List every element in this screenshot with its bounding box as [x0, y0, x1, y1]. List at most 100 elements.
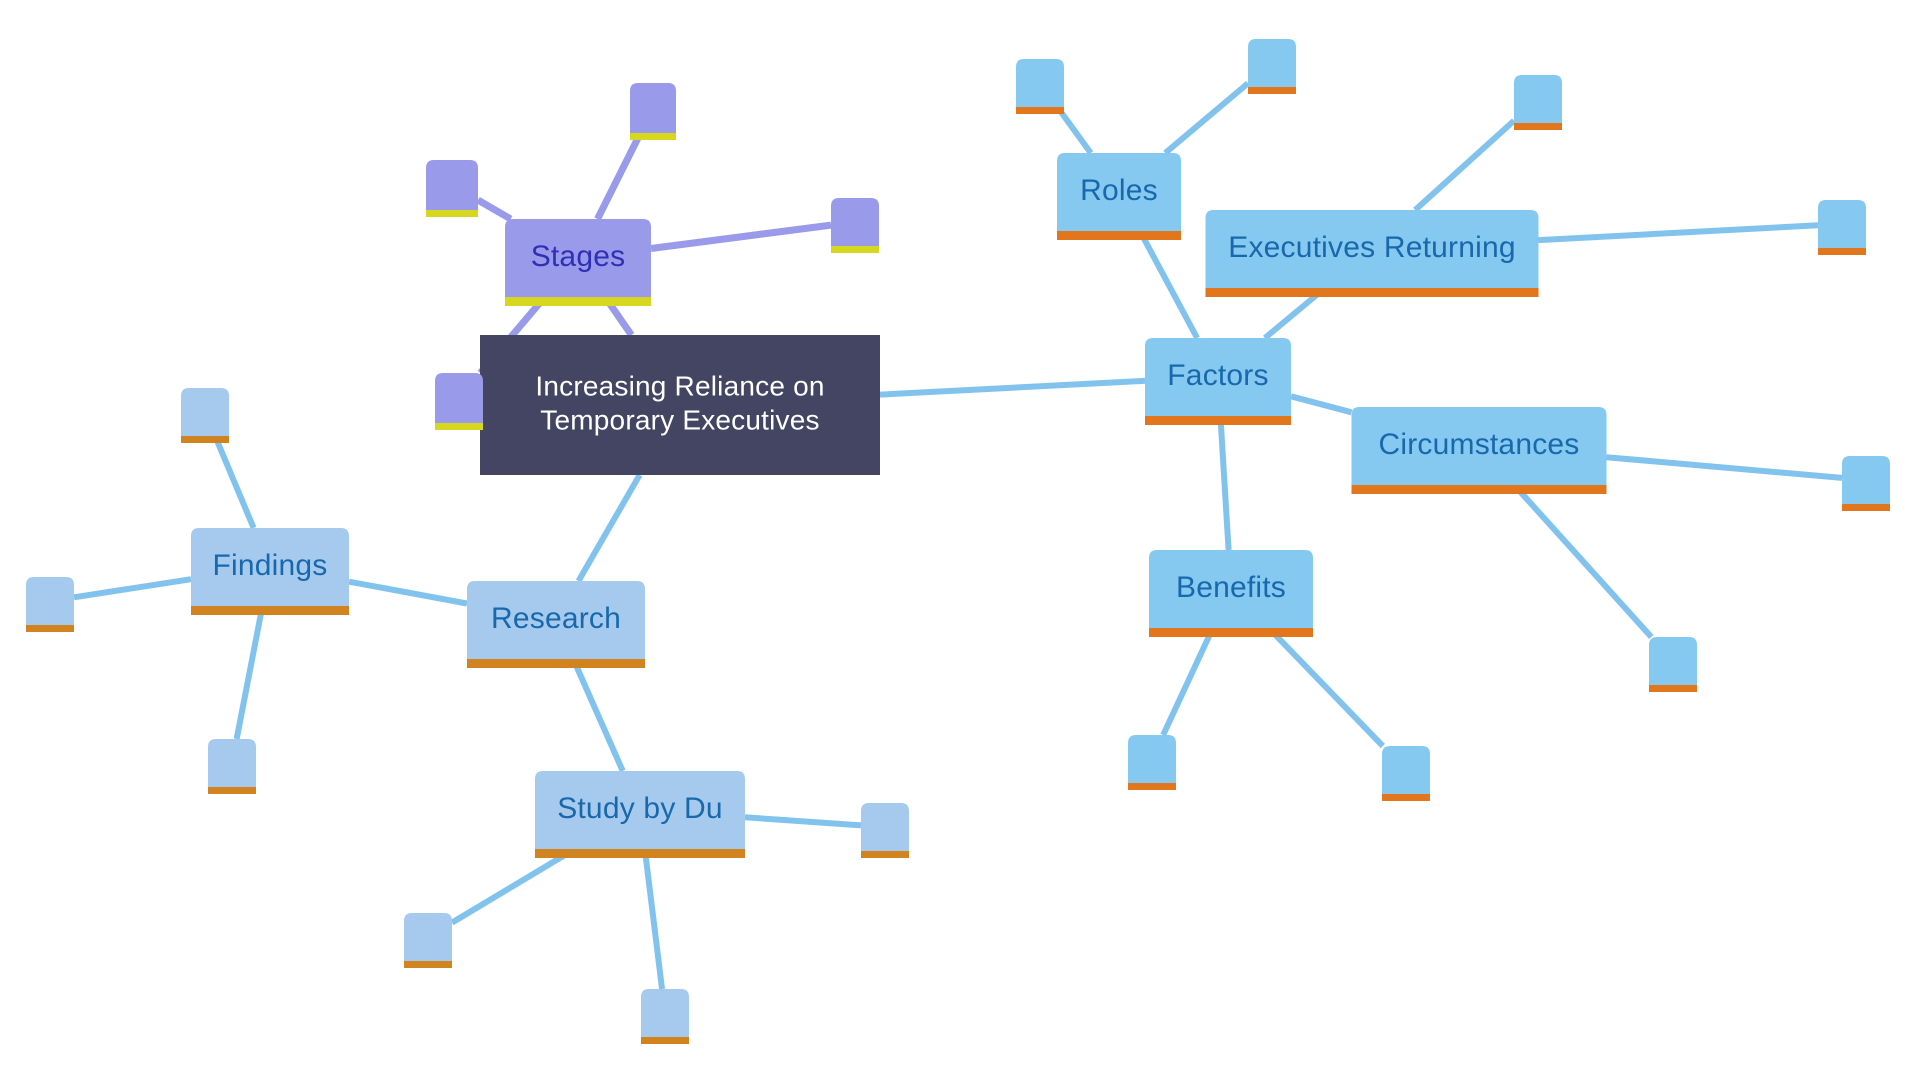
mind-map-node-stages[interactable]: Stages: [505, 219, 651, 306]
node-underline: [426, 210, 478, 217]
node-underline: [1205, 288, 1539, 297]
node-label: Study by Du: [557, 792, 723, 825]
mind-map-svg: Increasing Reliance onTemporary Executiv…: [26, 39, 1890, 1044]
mind-map-edge: [450, 846, 577, 926]
node-underline: [404, 961, 452, 968]
mind-map-leaf-node[interactable]: [630, 83, 676, 140]
node-body: [1128, 735, 1176, 783]
node-body: [1248, 39, 1296, 87]
mind-map-leaf-node[interactable]: [1382, 746, 1430, 801]
mind-map-edge: [212, 434, 257, 530]
node-underline: [505, 297, 651, 306]
mind-map-leaf-node[interactable]: [1842, 456, 1890, 511]
node-underline: [861, 851, 909, 858]
node-label: Temporary Executives: [540, 404, 819, 435]
mind-map-leaf-node[interactable]: [831, 198, 879, 253]
node-label: Factors: [1167, 359, 1268, 392]
node-body: [831, 198, 879, 246]
mind-map-leaf-node[interactable]: [404, 913, 452, 968]
mind-map-leaf-node[interactable]: [641, 989, 689, 1044]
mind-map-root-node[interactable]: Increasing Reliance onTemporary Executiv…: [480, 335, 880, 475]
node-body: [861, 803, 909, 851]
mind-map-edge: [1606, 454, 1843, 481]
node-label: Benefits: [1176, 571, 1286, 604]
mind-map-edge: [641, 848, 666, 990]
node-underline: [535, 849, 745, 858]
node-body: [1842, 456, 1890, 504]
node-body: [1649, 637, 1697, 685]
mind-map-leaf-node[interactable]: [435, 373, 483, 430]
mind-map-node-research[interactable]: Research: [467, 581, 645, 668]
node-body: [208, 739, 256, 787]
node-body: [1382, 746, 1430, 794]
node-underline: [1818, 248, 1866, 255]
mind-map-leaf-node[interactable]: [1514, 75, 1562, 130]
mind-map-node-roles[interactable]: Roles: [1057, 153, 1181, 240]
node-body: [404, 913, 452, 961]
node-underline: [1649, 685, 1697, 692]
mind-map-node-study_du[interactable]: Study by Du: [535, 771, 745, 858]
node-body: [426, 160, 478, 210]
mind-map-leaf-node[interactable]: [426, 160, 478, 217]
node-body: [435, 373, 483, 423]
mind-map-edge: [1137, 229, 1200, 340]
node-underline: [1016, 107, 1064, 114]
node-label: Findings: [213, 549, 328, 582]
mind-map-leaf-node[interactable]: [861, 803, 909, 858]
mind-map-leaf-node[interactable]: [1818, 200, 1866, 255]
node-body: [1818, 200, 1866, 248]
mind-map-node-benefits[interactable]: Benefits: [1149, 550, 1313, 637]
mind-map-leaf-node[interactable]: [1016, 59, 1064, 114]
mind-map-leaf-node[interactable]: [1649, 637, 1697, 692]
node-label: Increasing Reliance on: [535, 370, 824, 401]
node-underline: [1382, 794, 1430, 801]
node-underline: [208, 787, 256, 794]
node-layer: Increasing Reliance onTemporary Executiv…: [26, 39, 1890, 1044]
mind-map-edge: [575, 473, 643, 583]
node-body: [26, 577, 74, 625]
node-underline: [831, 246, 879, 253]
mind-map-node-circum[interactable]: Circumstances: [1351, 407, 1607, 494]
node-label: Research: [491, 602, 621, 635]
mind-map-edge: [1163, 80, 1250, 156]
mind-map-edge: [233, 605, 266, 740]
node-underline: [1149, 628, 1313, 637]
mind-map-edge: [1538, 222, 1819, 244]
node-underline: [641, 1037, 689, 1044]
mind-map-node-findings[interactable]: Findings: [191, 528, 349, 615]
node-label: Executives Returning: [1228, 231, 1515, 264]
node-underline: [1057, 231, 1181, 240]
mind-map-edge: [594, 131, 644, 221]
mind-map-leaf-node[interactable]: [208, 739, 256, 794]
mind-map-node-exec_return[interactable]: Executives Returning: [1205, 210, 1539, 297]
node-label: Circumstances: [1379, 428, 1580, 461]
mind-map-node-factors[interactable]: Factors: [1145, 338, 1291, 425]
mind-map-leaf-node[interactable]: [1128, 735, 1176, 790]
mind-map-edge: [1266, 625, 1385, 749]
node-body: [1016, 59, 1064, 107]
node-body: [1514, 75, 1562, 123]
mind-map-leaf-node[interactable]: [26, 577, 74, 632]
node-underline: [26, 625, 74, 632]
mind-map-edge: [1290, 393, 1353, 416]
mind-map-leaf-node[interactable]: [181, 388, 229, 443]
node-underline: [435, 423, 483, 430]
node-label: Roles: [1080, 174, 1158, 207]
node-underline: [467, 659, 645, 668]
mind-map-edge: [1217, 415, 1232, 551]
node-underline: [1145, 416, 1291, 425]
mind-map-edge: [1160, 626, 1216, 737]
node-underline: [1514, 123, 1562, 130]
mind-map-edge: [1511, 482, 1654, 640]
mind-map-edge: [570, 657, 626, 773]
node-underline: [630, 133, 676, 140]
mind-map-edge: [879, 377, 1146, 398]
node-underline: [181, 436, 229, 443]
node-body: [630, 83, 676, 133]
node-underline: [1351, 485, 1607, 494]
mind-map-leaf-node[interactable]: [1248, 39, 1296, 94]
node-label: Stages: [531, 240, 626, 273]
mind-map-edge: [744, 814, 862, 829]
mind-map-edge: [73, 576, 192, 601]
mind-map-edge: [1413, 118, 1517, 213]
